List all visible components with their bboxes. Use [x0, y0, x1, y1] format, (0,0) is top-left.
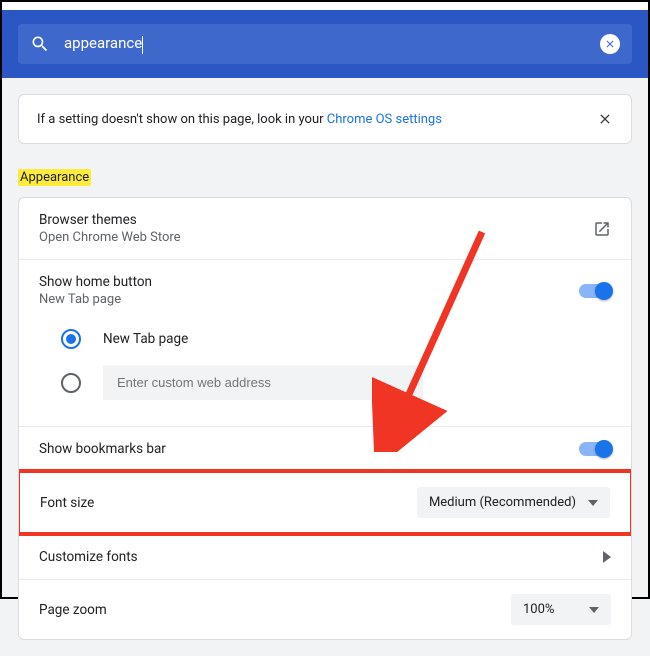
- zoom-value: 100%: [523, 602, 554, 617]
- font-size-row: Font size Medium (Recommended): [20, 473, 630, 532]
- clear-search-button[interactable]: [600, 34, 620, 54]
- search-header: appearance: [2, 10, 648, 78]
- new-tab-radio-label: New Tab page: [103, 331, 188, 347]
- customize-fonts-row[interactable]: Customize fonts: [19, 534, 631, 580]
- chevron-down-icon: [589, 607, 599, 613]
- external-link-icon: [593, 220, 611, 238]
- appearance-card: Browser themes Open Chrome Web Store Sho…: [18, 197, 632, 640]
- bookmarks-title: Show bookmarks bar: [39, 441, 579, 457]
- custom-url-input[interactable]: [103, 365, 423, 400]
- font-size-value: Medium (Recommended): [429, 495, 576, 510]
- home-button-row: Show home button New Tab page: [19, 260, 631, 313]
- new-tab-radio[interactable]: [61, 329, 81, 349]
- chevron-right-icon: [603, 551, 611, 563]
- page-zoom-row: Page zoom 100%: [19, 580, 631, 639]
- zoom-title: Page zoom: [39, 602, 511, 618]
- bookmarks-toggle[interactable]: [579, 442, 611, 456]
- search-icon: [30, 34, 50, 54]
- font-size-highlight: Font size Medium (Recommended): [18, 469, 632, 536]
- info-banner: If a setting doesn't show on this page, …: [18, 94, 632, 144]
- fonts-title: Customize fonts: [39, 549, 603, 565]
- home-button-radio-group: New Tab page: [19, 313, 631, 427]
- chevron-down-icon: [588, 500, 598, 506]
- themes-sub: Open Chrome Web Store: [39, 230, 593, 245]
- home-button-toggle[interactable]: [579, 284, 611, 298]
- banner-close-button[interactable]: [597, 111, 613, 127]
- font-size-dropdown[interactable]: Medium (Recommended): [417, 487, 610, 518]
- browser-themes-row[interactable]: Browser themes Open Chrome Web Store: [19, 198, 631, 260]
- home-button-title: Show home button: [39, 274, 579, 290]
- chrome-os-settings-link[interactable]: Chrome OS settings: [327, 112, 442, 127]
- themes-title: Browser themes: [39, 212, 593, 228]
- close-icon: [597, 111, 613, 127]
- section-title: Appearance: [18, 170, 91, 185]
- custom-url-radio[interactable]: [61, 373, 81, 393]
- search-input[interactable]: appearance: [64, 34, 600, 53]
- close-icon: [604, 38, 616, 50]
- home-button-sub: New Tab page: [39, 292, 579, 307]
- bookmarks-bar-row: Show bookmarks bar: [19, 427, 631, 472]
- banner-text: If a setting doesn't show on this page, …: [37, 112, 327, 127]
- search-box[interactable]: appearance: [18, 24, 632, 64]
- font-size-title: Font size: [40, 495, 417, 511]
